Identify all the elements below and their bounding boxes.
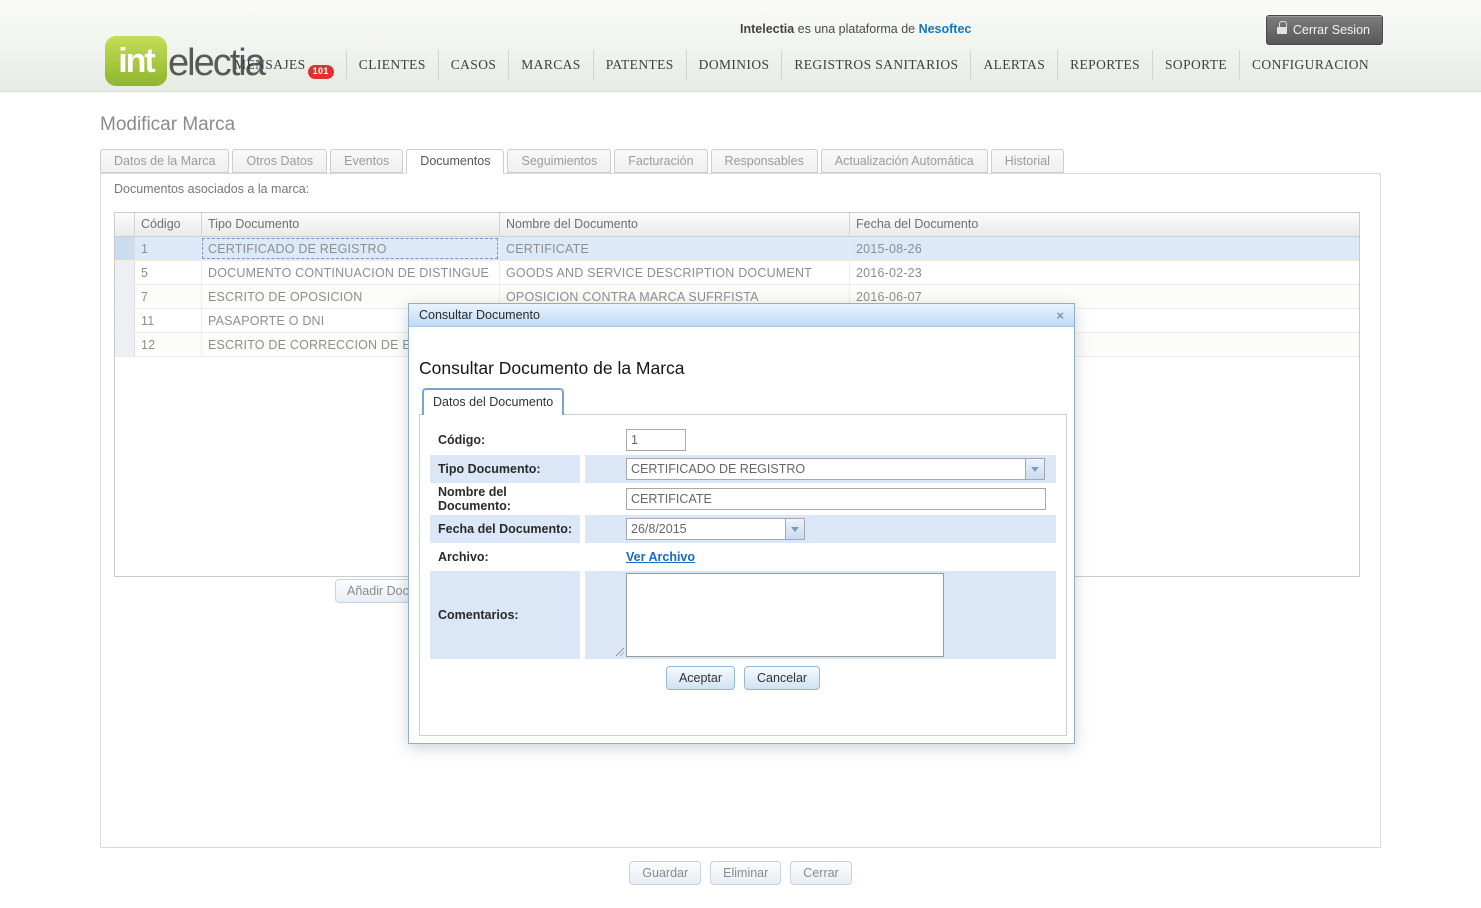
cell-codigo[interactable]: 1 xyxy=(135,237,202,260)
nav-item-alertas[interactable]: ALERTAS xyxy=(970,50,1057,80)
column-header-fecha[interactable]: Fecha del Documento xyxy=(850,213,1359,236)
table-caption: Documentos asociados a la marca: xyxy=(114,182,309,196)
dialog-title: Consultar Documento xyxy=(419,308,540,322)
column-header-selector[interactable] xyxy=(115,213,135,236)
row-selector[interactable] xyxy=(115,333,135,356)
row-selector[interactable] xyxy=(115,309,135,332)
tab-historial[interactable]: Historial xyxy=(991,149,1064,173)
tab-datos-del-documento[interactable]: Datos del Documento xyxy=(422,388,564,415)
form-row-nombre: Nombre del Documento: xyxy=(430,485,1056,513)
codigo-input[interactable] xyxy=(626,429,686,451)
dialog-buttons: Aceptar Cancelar xyxy=(430,666,1056,690)
nav-item-dominios[interactable]: DOMINIOS xyxy=(686,50,782,80)
close-icon[interactable]: × xyxy=(1056,309,1064,322)
comentarios-label: Comentarios: xyxy=(430,571,580,659)
dialog-titlebar[interactable]: Consultar Documento × xyxy=(409,304,1074,327)
logout-button[interactable]: Cerrar Sesion xyxy=(1266,15,1383,45)
tab-actualizacion-automatica[interactable]: Actualización Automática xyxy=(821,149,988,173)
app-header: int electia Intelectia es una plataforma… xyxy=(0,0,1481,92)
platform-note-app: Intelectia xyxy=(740,22,794,36)
tipo-combobox xyxy=(626,458,1045,480)
delete-button[interactable]: Eliminar xyxy=(710,861,781,885)
platform-note-middle: es una plataforma de xyxy=(794,22,918,36)
platform-note-brand[interactable]: Nesoftec xyxy=(919,22,972,36)
page-title: Modificar Marca xyxy=(100,114,235,136)
tab-datos-de-la-marca[interactable]: Datos de la Marca xyxy=(100,149,229,173)
page-footer-buttons: Guardar Eliminar Cerrar xyxy=(0,861,1481,885)
cell-nombre[interactable]: CERTIFICATE xyxy=(500,237,850,260)
codigo-label: Código: xyxy=(430,427,580,453)
close-button[interactable]: Cerrar xyxy=(790,861,851,885)
cell-codigo[interactable]: 11 xyxy=(135,309,202,332)
nav-item-marcas[interactable]: MARCAS xyxy=(508,50,592,80)
table-row[interactable]: 5 DOCUMENTO CONTINUACION DE DISTINGUE GO… xyxy=(115,261,1359,285)
cancel-button[interactable]: Cancelar xyxy=(744,666,820,690)
consultar-documento-dialog: Consultar Documento × Consultar Document… xyxy=(408,303,1075,744)
cell-tipo[interactable]: CERTIFICADO DE REGISTRO xyxy=(202,237,500,260)
accept-button[interactable]: Aceptar xyxy=(666,666,735,690)
nav-item-casos[interactable]: CASOS xyxy=(438,50,509,80)
row-selector[interactable] xyxy=(115,237,135,260)
cell-nombre[interactable]: GOODS AND SERVICE DESCRIPTION DOCUMENT xyxy=(500,261,850,284)
chevron-down-icon[interactable] xyxy=(786,518,805,540)
cell-tipo[interactable]: DOCUMENTO CONTINUACION DE DISTINGUE xyxy=(202,261,500,284)
cell-codigo[interactable]: 5 xyxy=(135,261,202,284)
fecha-datepicker xyxy=(626,518,805,540)
column-header-codigo[interactable]: Código xyxy=(135,213,202,236)
grid-header: Código Tipo Documento Nombre del Documen… xyxy=(115,213,1359,237)
cell-fecha[interactable]: 2015-08-26 xyxy=(850,237,1359,260)
nav-item-soporte[interactable]: SOPORTE xyxy=(1152,50,1239,80)
nav-item-clientes[interactable]: CLIENTES xyxy=(346,50,438,80)
tipo-label: Tipo Documento: xyxy=(430,455,580,483)
logout-label: Cerrar Sesion xyxy=(1293,23,1370,37)
tab-otros-datos[interactable]: Otros Datos xyxy=(232,149,327,173)
logo-green-box: int xyxy=(105,36,167,86)
tab-eventos[interactable]: Eventos xyxy=(330,149,403,173)
form-row-comentarios: Comentarios: xyxy=(430,571,1056,659)
form-row-fecha: Fecha del Documento: xyxy=(430,515,1056,543)
main-nav: MENSAJES101 CLIENTES CASOS MARCAS PATENT… xyxy=(222,50,1381,80)
marca-tabs: Datos de la Marca Otros Datos Eventos Do… xyxy=(100,149,1067,174)
document-form: Código: Tipo Documento: Nombre del Docum… xyxy=(419,414,1067,736)
tab-documentos[interactable]: Documentos xyxy=(406,149,504,174)
nav-item-patentes[interactable]: PATENTES xyxy=(593,50,686,80)
form-row-tipo: Tipo Documento: xyxy=(430,455,1056,483)
messages-count-badge: 101 xyxy=(308,65,334,79)
tipo-input[interactable] xyxy=(626,458,1026,480)
resize-grip-icon[interactable] xyxy=(614,646,624,656)
nav-item-configuracion[interactable]: CONFIGURACION xyxy=(1239,50,1381,80)
fecha-label: Fecha del Documento: xyxy=(430,515,580,543)
lock-icon xyxy=(1277,26,1287,34)
table-row[interactable]: 1 CERTIFICADO DE REGISTRO CERTIFICATE 20… xyxy=(115,237,1359,261)
comentarios-textarea[interactable] xyxy=(626,573,944,657)
save-button[interactable]: Guardar xyxy=(629,861,701,885)
nav-item-reportes[interactable]: REPORTES xyxy=(1057,50,1152,80)
chevron-down-icon[interactable] xyxy=(1026,458,1045,480)
fecha-input[interactable] xyxy=(626,518,786,540)
nombre-label: Nombre del Documento: xyxy=(430,485,580,513)
form-row-archivo: Archivo: Ver Archivo xyxy=(430,545,1056,569)
column-header-tipo[interactable]: Tipo Documento xyxy=(202,213,500,236)
cell-codigo[interactable]: 7 xyxy=(135,285,202,308)
ver-archivo-link[interactable]: Ver Archivo xyxy=(626,550,695,564)
tab-responsables[interactable]: Responsables xyxy=(711,149,818,173)
tab-seguimientos[interactable]: Seguimientos xyxy=(507,149,611,173)
platform-note: Intelectia es una plataforma de Nesoftec xyxy=(740,22,971,36)
form-row-codigo: Código: xyxy=(430,427,1056,453)
dialog-heading: Consultar Documento de la Marca xyxy=(419,358,685,379)
tab-facturacion[interactable]: Facturación xyxy=(614,149,707,173)
archivo-label: Archivo: xyxy=(430,545,580,569)
row-selector[interactable] xyxy=(115,285,135,308)
column-header-nombre[interactable]: Nombre del Documento xyxy=(500,213,850,236)
cell-fecha[interactable]: 2016-02-23 xyxy=(850,261,1359,284)
row-selector[interactable] xyxy=(115,261,135,284)
nav-item-registros-sanitarios[interactable]: REGISTROS SANITARIOS xyxy=(781,50,970,80)
nav-item-mensajes[interactable]: MENSAJES101 xyxy=(222,50,346,80)
nombre-input[interactable] xyxy=(626,488,1046,510)
cell-codigo[interactable]: 12 xyxy=(135,333,202,356)
